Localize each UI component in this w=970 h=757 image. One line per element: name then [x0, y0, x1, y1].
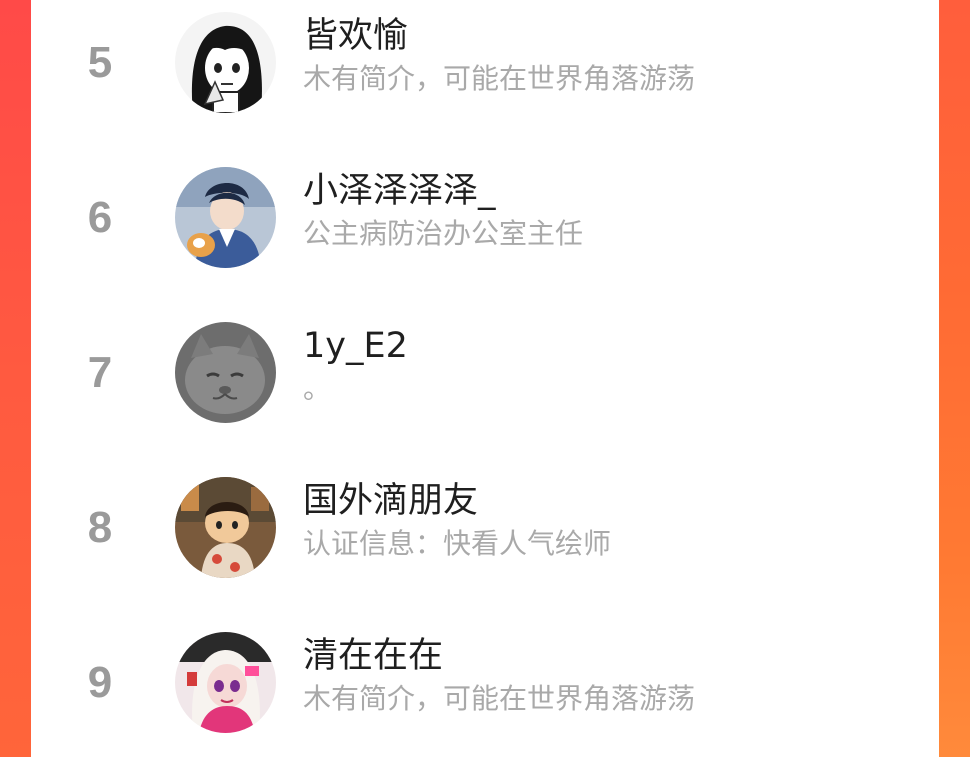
user-bio: 公主病防治办公室主任 — [303, 217, 584, 250]
rank-number: 6 — [87, 193, 113, 242]
grey-cat-avatar-icon[interactable] — [175, 322, 276, 423]
user-name[interactable]: 小泽泽泽泽_ — [303, 169, 496, 213]
rank-number: 8 — [87, 503, 113, 552]
anime-boy-with-dog-avatar-icon[interactable] — [175, 167, 276, 268]
white-hair-girl-avatar-icon[interactable] — [175, 632, 276, 733]
user-bio: 认证信息：快看人气绘师 — [303, 527, 612, 560]
rank-number: 7 — [87, 348, 113, 397]
user-name[interactable]: 皆欢愉 — [303, 14, 408, 58]
ranking-list-item[interactable]: 5 皆欢愉 木有简介，可能在世界角落游荡 — [31, 0, 939, 120]
page-background-right — [939, 0, 970, 757]
manga-girl-avatar-icon[interactable] — [175, 12, 276, 113]
user-name[interactable]: 清在在在 — [303, 634, 443, 678]
ranking-list-card: 5 皆欢愉 木有简介，可能在世界角落游荡 6 小泽泽泽泽_ 公主病防治办公室主任… — [31, 0, 939, 757]
ranking-list-item[interactable]: 9 清在在在 木有简介，可能在世界角落游荡 — [31, 620, 939, 740]
anime-child-avatar-icon[interactable] — [175, 477, 276, 578]
user-bio: 木有简介，可能在世界角落游荡 — [303, 682, 696, 715]
ranking-list-item[interactable]: 8 国外滴朋友 认证信息：快看人气绘师 — [31, 465, 939, 585]
rank-number: 9 — [87, 658, 113, 707]
rank-number: 5 — [87, 38, 113, 87]
user-name[interactable]: 1y_E2 — [303, 324, 408, 368]
user-name[interactable]: 国外滴朋友 — [303, 479, 478, 523]
user-bio: 。 — [303, 372, 332, 405]
ranking-list-item[interactable]: 6 小泽泽泽泽_ 公主病防治办公室主任 — [31, 155, 939, 275]
user-bio: 木有简介，可能在世界角落游荡 — [303, 62, 696, 95]
page-background-left — [0, 0, 31, 757]
ranking-list-item[interactable]: 7 1y_E2 。 — [31, 310, 939, 430]
